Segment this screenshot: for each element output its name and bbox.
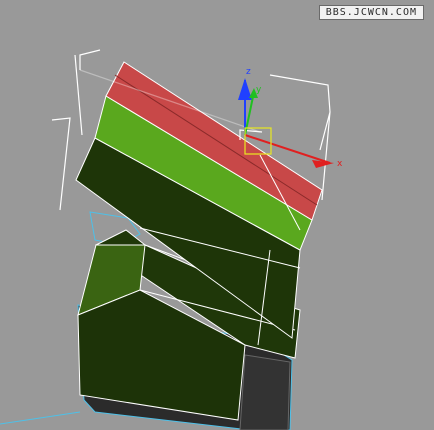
bbox-edge [319,111,331,201]
z-axis-label: z [246,67,251,77]
bbox-edge [51,117,71,211]
site-watermark: BBS.JCWCN.COM [318,5,424,20]
y-axis-label: y [256,85,262,95]
bbox-corner [269,74,331,113]
bbox-edge [74,54,83,136]
x-axis-label: x [337,159,343,169]
viewport-scene[interactable]: z y x [0,0,434,430]
lower-object-side-face [239,354,291,430]
grid-line [0,411,81,425]
3d-viewport[interactable]: z y x BBS.JCWCN.COM [0,0,434,430]
transform-gizmo[interactable]: z y x [238,67,343,169]
bbox-corner [79,49,101,70]
